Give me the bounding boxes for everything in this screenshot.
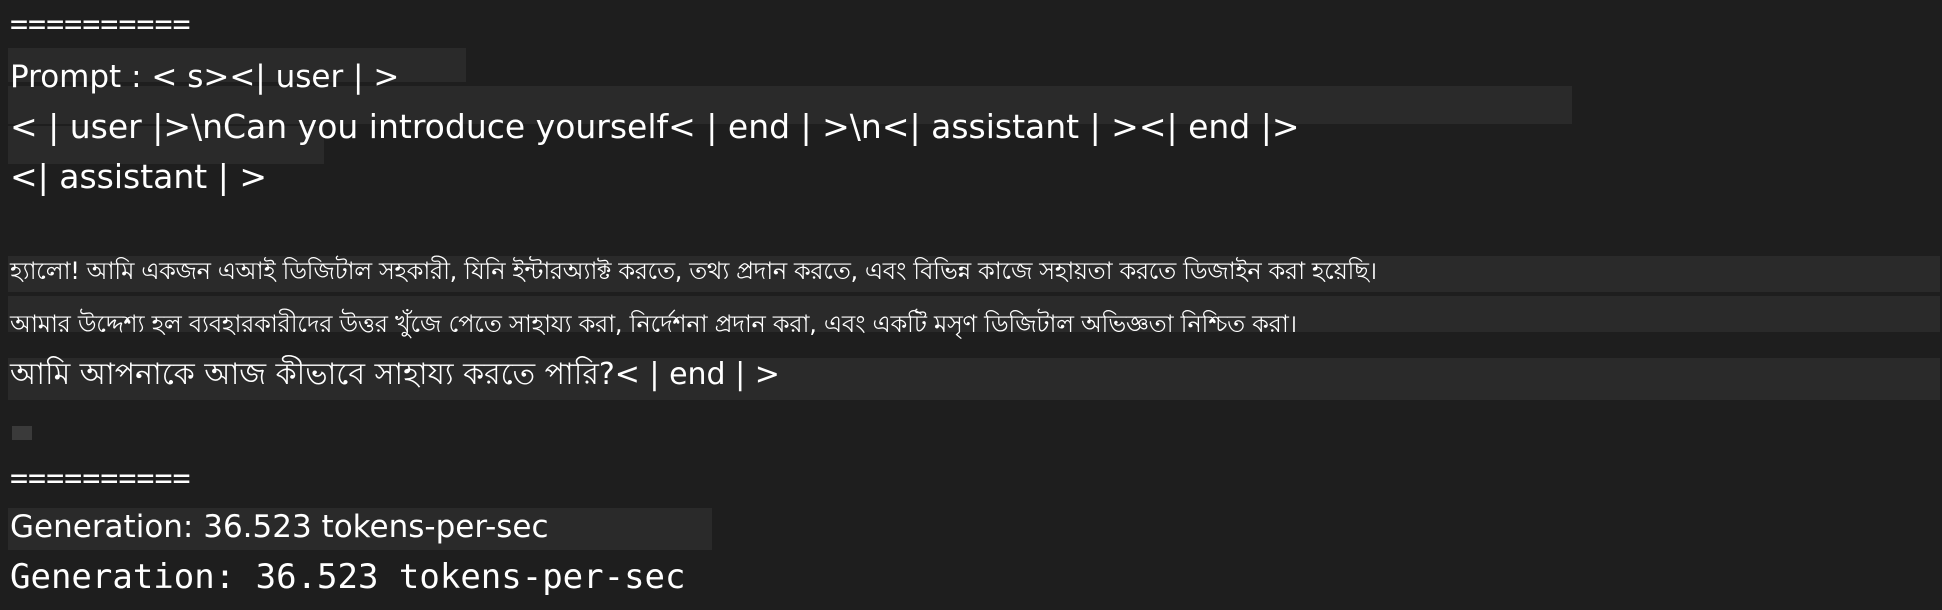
response-line-3: আমি আপনাকে আজ কীভাবে সাহায্য করতে পারি?<…: [10, 357, 780, 392]
assistant-tag-line: <| assistant | >: [10, 157, 267, 196]
prompt-line: Prompt : < s><| user | >: [10, 59, 400, 95]
prompt-body-line: < | user |>\nCan you introduce yourself<…: [10, 107, 1300, 146]
separator-top: ==========: [10, 7, 191, 42]
generation-line-mono: Generation: 36.523 tokens-per-sec: [10, 557, 686, 597]
generation-line: Generation: 36.523 tokens-per-sec: [10, 509, 549, 545]
response-line-2: আমার উদ্দেশ্য হল ব্যবহারকারীদের উত্তর খু…: [10, 310, 1297, 338]
separator-bottom: ==========: [10, 461, 191, 496]
response-line-1: হ্যালো! আমি একজন এআই ডিজিটাল সহকারী, যিন…: [10, 257, 1377, 285]
cursor-artifact: [12, 426, 32, 440]
terminal-output: ========== Prompt : < s><| user | > < | …: [0, 0, 1942, 610]
